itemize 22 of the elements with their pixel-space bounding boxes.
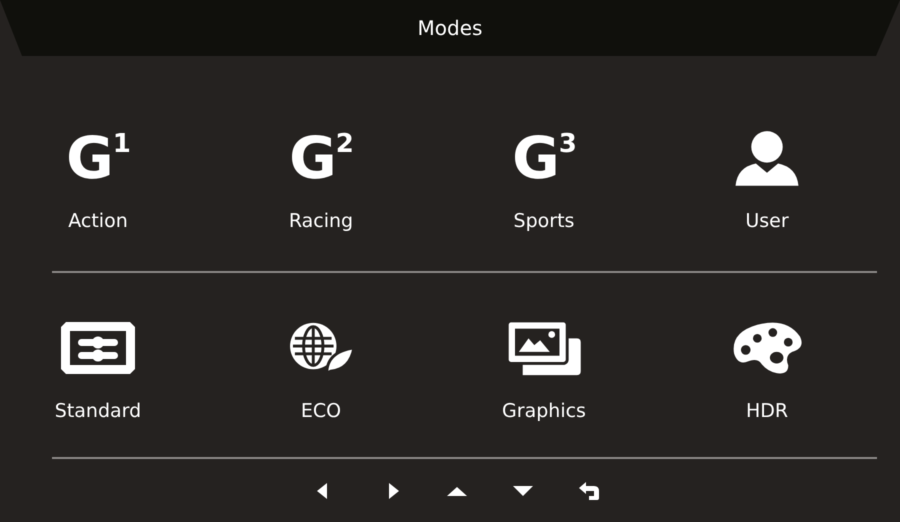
sliders-icon bbox=[61, 322, 135, 374]
mode-label: Action bbox=[68, 210, 128, 232]
right-arrow-icon bbox=[389, 483, 399, 499]
palette-icon bbox=[734, 322, 802, 374]
up-arrow-icon bbox=[447, 487, 467, 496]
pictures-icon bbox=[506, 319, 581, 376]
game-mode-title: G$^{3}$ bbox=[512, 129, 576, 187]
game-mode-title: G$^{1}$ bbox=[66, 129, 130, 187]
mode-label: Racing bbox=[288, 210, 354, 232]
mode-label: Sports bbox=[514, 210, 574, 232]
window-title: Modes bbox=[418, 18, 482, 38]
mode-label: HDR bbox=[746, 400, 788, 422]
mode-label: User bbox=[745, 210, 789, 232]
game-mode-title: G$^{2}$ bbox=[289, 129, 353, 187]
user-icon bbox=[736, 131, 798, 186]
return-arrow-icon bbox=[579, 482, 599, 500]
mode-label: Graphics bbox=[502, 400, 586, 422]
down-arrow-icon bbox=[513, 486, 533, 496]
mode-label: ECO bbox=[300, 400, 342, 422]
left-arrow-icon bbox=[317, 483, 327, 499]
return-arrow-button[interactable] bbox=[577, 479, 601, 503]
mode-label: Standard bbox=[54, 400, 142, 422]
